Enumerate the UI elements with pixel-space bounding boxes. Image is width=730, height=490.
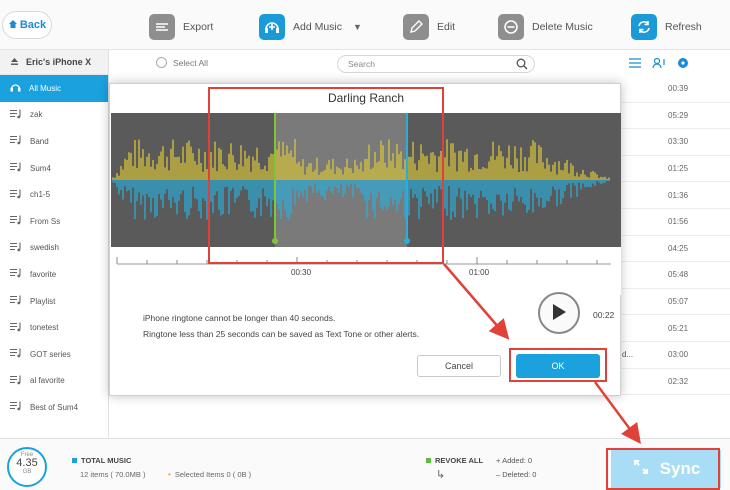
arrow-to-sync bbox=[593, 381, 641, 445]
arrow-to-ok bbox=[443, 263, 510, 340]
annotation-arrows bbox=[443, 263, 641, 445]
